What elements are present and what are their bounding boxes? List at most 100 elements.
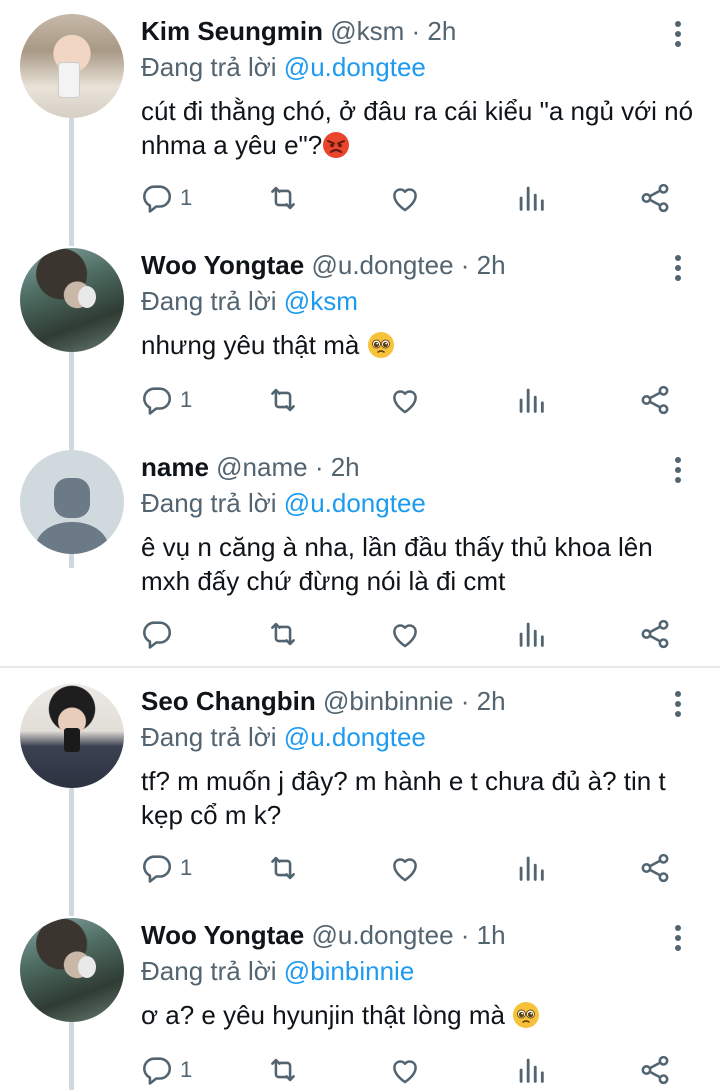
analytics-button[interactable] <box>514 1050 548 1090</box>
retweet-icon <box>266 851 300 885</box>
retweet-button[interactable] <box>266 848 300 888</box>
more-icon[interactable] <box>668 252 688 286</box>
tweet[interactable]: Seo Changbin @binbinnie · 2h Đang trả lờ… <box>0 670 720 904</box>
divider <box>0 666 720 668</box>
display-name[interactable]: Woo Yongtae <box>141 920 304 950</box>
more-icon[interactable] <box>668 922 688 956</box>
tweet[interactable]: Kim Seungmin @ksm · 2h Đang trả lời @u.d… <box>0 0 720 234</box>
retweet-button[interactable] <box>266 380 300 420</box>
analytics-button[interactable] <box>514 848 548 888</box>
timestamp[interactable]: · 2h <box>461 686 506 716</box>
reply-button[interactable]: 1 <box>140 1050 192 1090</box>
more-icon[interactable] <box>668 18 688 52</box>
like-button[interactable] <box>388 178 422 218</box>
share-button[interactable] <box>638 178 672 218</box>
display-name[interactable]: Seo Changbin <box>141 686 316 716</box>
replying-prefix: Đang trả lời <box>141 488 277 518</box>
thread-line <box>69 118 74 234</box>
replying-to: Đang trả lời @ksm <box>141 286 358 317</box>
pleading-face-emoji-icon <box>367 331 395 359</box>
analytics-icon <box>514 1053 548 1087</box>
share-icon <box>638 617 672 651</box>
headphone-in-photo <box>78 286 96 308</box>
analytics-icon <box>514 181 548 215</box>
tweet[interactable]: Woo Yongtae @u.dongtee · 1h Đang trả lời… <box>0 904 720 1090</box>
replying-prefix: Đang trả lời <box>141 286 277 316</box>
avatar[interactable] <box>20 684 124 788</box>
reply-button[interactable]: 1 <box>140 178 192 218</box>
share-button[interactable] <box>638 380 672 420</box>
thread-line <box>69 1022 74 1090</box>
like-icon <box>388 851 422 885</box>
like-button[interactable] <box>388 1050 422 1090</box>
retweet-button[interactable] <box>266 178 300 218</box>
share-button[interactable] <box>638 614 672 654</box>
reply-button[interactable]: 1 <box>140 380 192 420</box>
avatar[interactable] <box>20 14 124 118</box>
share-button[interactable] <box>638 1050 672 1090</box>
handle[interactable]: @u.dongtee <box>311 250 453 280</box>
analytics-button[interactable] <box>514 614 548 654</box>
analytics-icon <box>514 851 548 885</box>
tweet-header: Seo Changbin @binbinnie · 2h <box>141 686 506 717</box>
handle[interactable]: @name <box>216 452 307 482</box>
more-icon[interactable] <box>668 454 688 488</box>
mention-link[interactable]: @u.dongtee <box>284 52 426 82</box>
replying-prefix: Đang trả lời <box>141 722 277 752</box>
share-button[interactable] <box>638 848 672 888</box>
timestamp[interactable]: · 2h <box>315 452 360 482</box>
reply-count: 1 <box>180 387 193 412</box>
handle[interactable]: @u.dongtee <box>311 920 453 950</box>
mention-link[interactable]: @u.dongtee <box>284 722 426 752</box>
timestamp[interactable]: · 2h <box>461 250 506 280</box>
avatar[interactable] <box>20 450 124 554</box>
reply-icon <box>140 617 174 651</box>
action-bar: 1 <box>140 1050 700 1090</box>
display-name[interactable]: Woo Yongtae <box>141 250 304 280</box>
retweet-icon <box>266 1053 300 1087</box>
replying-to: Đang trả lời @binbinnie <box>141 956 414 987</box>
handle[interactable]: @binbinnie <box>323 686 453 716</box>
analytics-icon <box>514 617 548 651</box>
share-icon <box>638 851 672 885</box>
like-button[interactable] <box>388 848 422 888</box>
analytics-button[interactable] <box>514 178 548 218</box>
display-name[interactable]: Kim Seungmin <box>141 16 323 46</box>
avatar[interactable] <box>20 248 124 352</box>
mention-link[interactable]: @ksm <box>284 286 358 316</box>
thread-line <box>69 904 74 916</box>
reply-count: 1 <box>180 1057 193 1082</box>
default-avatar-icon <box>34 478 110 554</box>
mention-link[interactable]: @u.dongtee <box>284 488 426 518</box>
replying-to: Đang trả lời @u.dongtee <box>141 722 426 753</box>
timestamp[interactable]: · 2h <box>412 16 457 46</box>
avatar[interactable] <box>20 918 124 1022</box>
replying-prefix: Đang trả lời <box>141 956 277 986</box>
retweet-icon <box>266 181 300 215</box>
tweet-header: Woo Yongtae @u.dongtee · 2h <box>141 250 506 281</box>
retweet-button[interactable] <box>266 614 300 654</box>
like-icon <box>388 181 422 215</box>
tweet[interactable]: Woo Yongtae @u.dongtee · 2h Đang trả lời… <box>0 234 720 568</box>
reply-button[interactable]: 1 <box>140 848 192 888</box>
mention-link[interactable]: @binbinnie <box>284 956 414 986</box>
tweet-header: name @name · 2h <box>141 452 360 483</box>
tweet[interactable]: name @name · 2h Đang trả lời @u.dongtee … <box>0 436 720 666</box>
like-button[interactable] <box>388 614 422 654</box>
thread-line <box>69 234 74 246</box>
timestamp[interactable]: · 1h <box>461 920 506 950</box>
retweet-icon <box>266 383 300 417</box>
handle[interactable]: @ksm <box>330 16 404 46</box>
like-button[interactable] <box>388 380 422 420</box>
more-icon[interactable] <box>668 688 688 722</box>
reply-button[interactable] <box>140 614 174 654</box>
action-bar: 1 <box>140 178 700 218</box>
tweet-text: ê vụ n căng à nha, lần đầu thấy thủ khoa… <box>141 532 653 596</box>
tweet-text-content: cút đi thằng chó, ở đâu ra cái kiểu "a n… <box>141 96 694 160</box>
replying-prefix: Đang trả lời <box>141 52 277 82</box>
action-bar <box>140 614 700 654</box>
tweet-text: nhưng yêu thật mà <box>141 328 701 362</box>
retweet-button[interactable] <box>266 1050 300 1090</box>
display-name[interactable]: name <box>141 452 209 482</box>
analytics-button[interactable] <box>514 380 548 420</box>
